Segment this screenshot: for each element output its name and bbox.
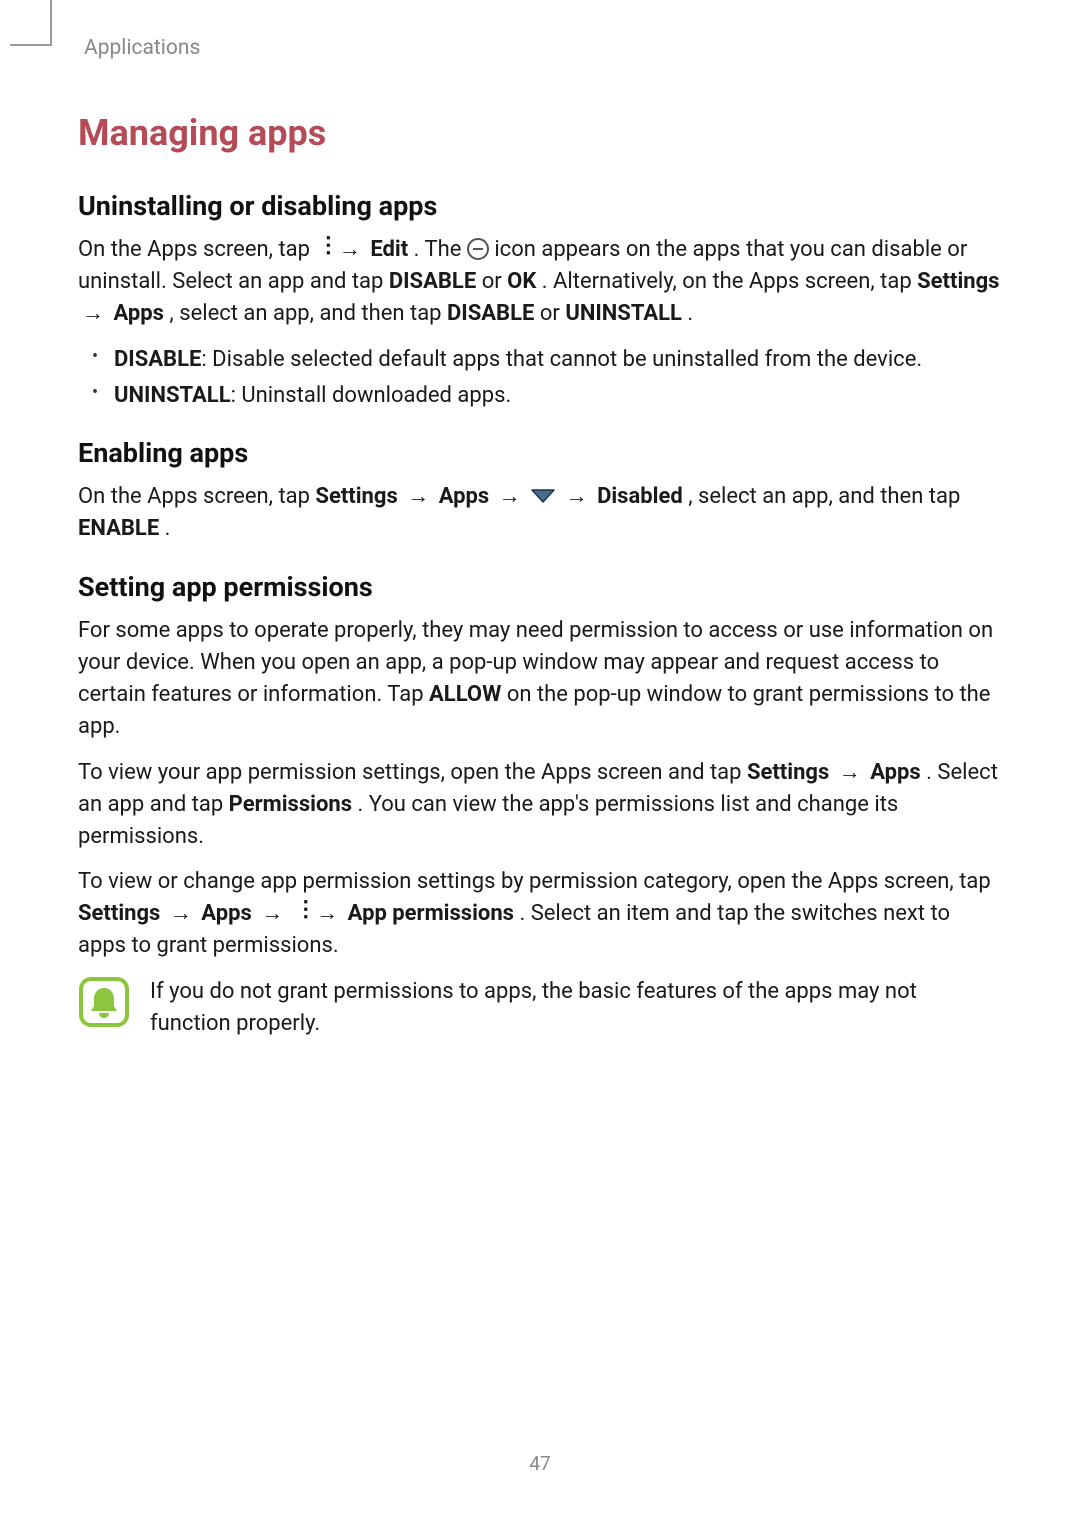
text: or: [482, 269, 507, 294]
arrow-text: →: [257, 901, 292, 926]
permissions-label: Permissions: [229, 792, 352, 817]
disabled-label: Disabled: [597, 484, 683, 509]
bullet-list: DISABLE: Disable selected default apps t…: [78, 344, 1002, 412]
apps-label: Apps: [439, 484, 489, 509]
bullet-label: DISABLE: [114, 347, 201, 372]
text: or: [540, 301, 565, 326]
settings-label: Settings: [78, 901, 160, 926]
para-enable: On the Apps screen, tap Settings → Apps …: [78, 481, 1002, 545]
text: , select an app, and then tap: [169, 301, 447, 326]
more-options-icon: [315, 237, 329, 259]
arrow-text: →: [78, 301, 113, 326]
note-text: If you do not grant permissions to apps,…: [150, 976, 1002, 1040]
note-bell-icon: [78, 976, 130, 1028]
text: .: [165, 516, 171, 541]
allow-label: ALLOW: [429, 682, 501, 707]
note-block: If you do not grant permissions to apps,…: [78, 976, 1002, 1040]
arrow-text: →: [562, 484, 597, 509]
arrow-text: →: [403, 484, 438, 509]
minus-circle-icon: [467, 238, 489, 260]
page-title: Managing apps: [78, 112, 1002, 154]
enable-label: ENABLE: [78, 516, 159, 541]
para-perm3: To view or change app permission setting…: [78, 866, 1002, 962]
arrow-text: →: [835, 760, 870, 785]
disable-label: DISABLE: [447, 301, 534, 326]
settings-label: Settings: [917, 269, 999, 294]
heading-uninstall: Uninstalling or disabling apps: [78, 190, 1002, 222]
list-item: UNINSTALL: Uninstall downloaded apps.: [78, 380, 1002, 412]
app-permissions-label: App permissions: [348, 901, 514, 926]
bullet-text: : Disable selected default apps that can…: [201, 347, 922, 372]
bullet-label: UNINSTALL: [114, 383, 231, 408]
page-content: Applications Managing apps Uninstalling …: [0, 0, 1080, 1040]
apps-label: Apps: [201, 901, 251, 926]
text: On the Apps screen, tap: [78, 484, 315, 509]
section-label: Applications: [84, 36, 1002, 60]
bullet-text: : Uninstall downloaded apps.: [231, 383, 512, 408]
text: To view or change app permission setting…: [78, 869, 991, 894]
heading-permissions: Setting app permissions: [78, 571, 1002, 603]
apps-label: Apps: [113, 301, 163, 326]
edit-label: Edit: [370, 237, 408, 262]
arrow-text: →: [335, 237, 370, 262]
more-options-icon: [293, 901, 307, 923]
dropdown-icon: [530, 488, 556, 504]
page-number: 47: [0, 1452, 1080, 1475]
arrow-text: →: [312, 901, 347, 926]
para-perm1: For some apps to operate properly, they …: [78, 615, 1002, 743]
text: .: [687, 301, 693, 326]
settings-label: Settings: [315, 484, 397, 509]
text: . Alternatively, on the Apps screen, tap: [542, 269, 917, 294]
text: To view your app permission settings, op…: [78, 760, 747, 785]
disable-label: DISABLE: [389, 269, 476, 294]
crop-mark: [50, 0, 52, 46]
list-item: DISABLE: Disable selected default apps t…: [78, 344, 1002, 376]
arrow-text: →: [495, 484, 530, 509]
apps-label: Apps: [870, 760, 920, 785]
para-uninstall: On the Apps screen, tap → Edit . The ico…: [78, 234, 1002, 330]
settings-label: Settings: [747, 760, 829, 785]
arrow-text: →: [166, 901, 201, 926]
text: On the Apps screen, tap: [78, 237, 315, 262]
ok-label: OK: [507, 269, 536, 294]
text: . The: [414, 237, 467, 262]
text: , select an app, and then tap: [688, 484, 960, 509]
para-perm2: To view your app permission settings, op…: [78, 757, 1002, 853]
heading-enable: Enabling apps: [78, 437, 1002, 469]
uninstall-label: UNINSTALL: [565, 301, 682, 326]
